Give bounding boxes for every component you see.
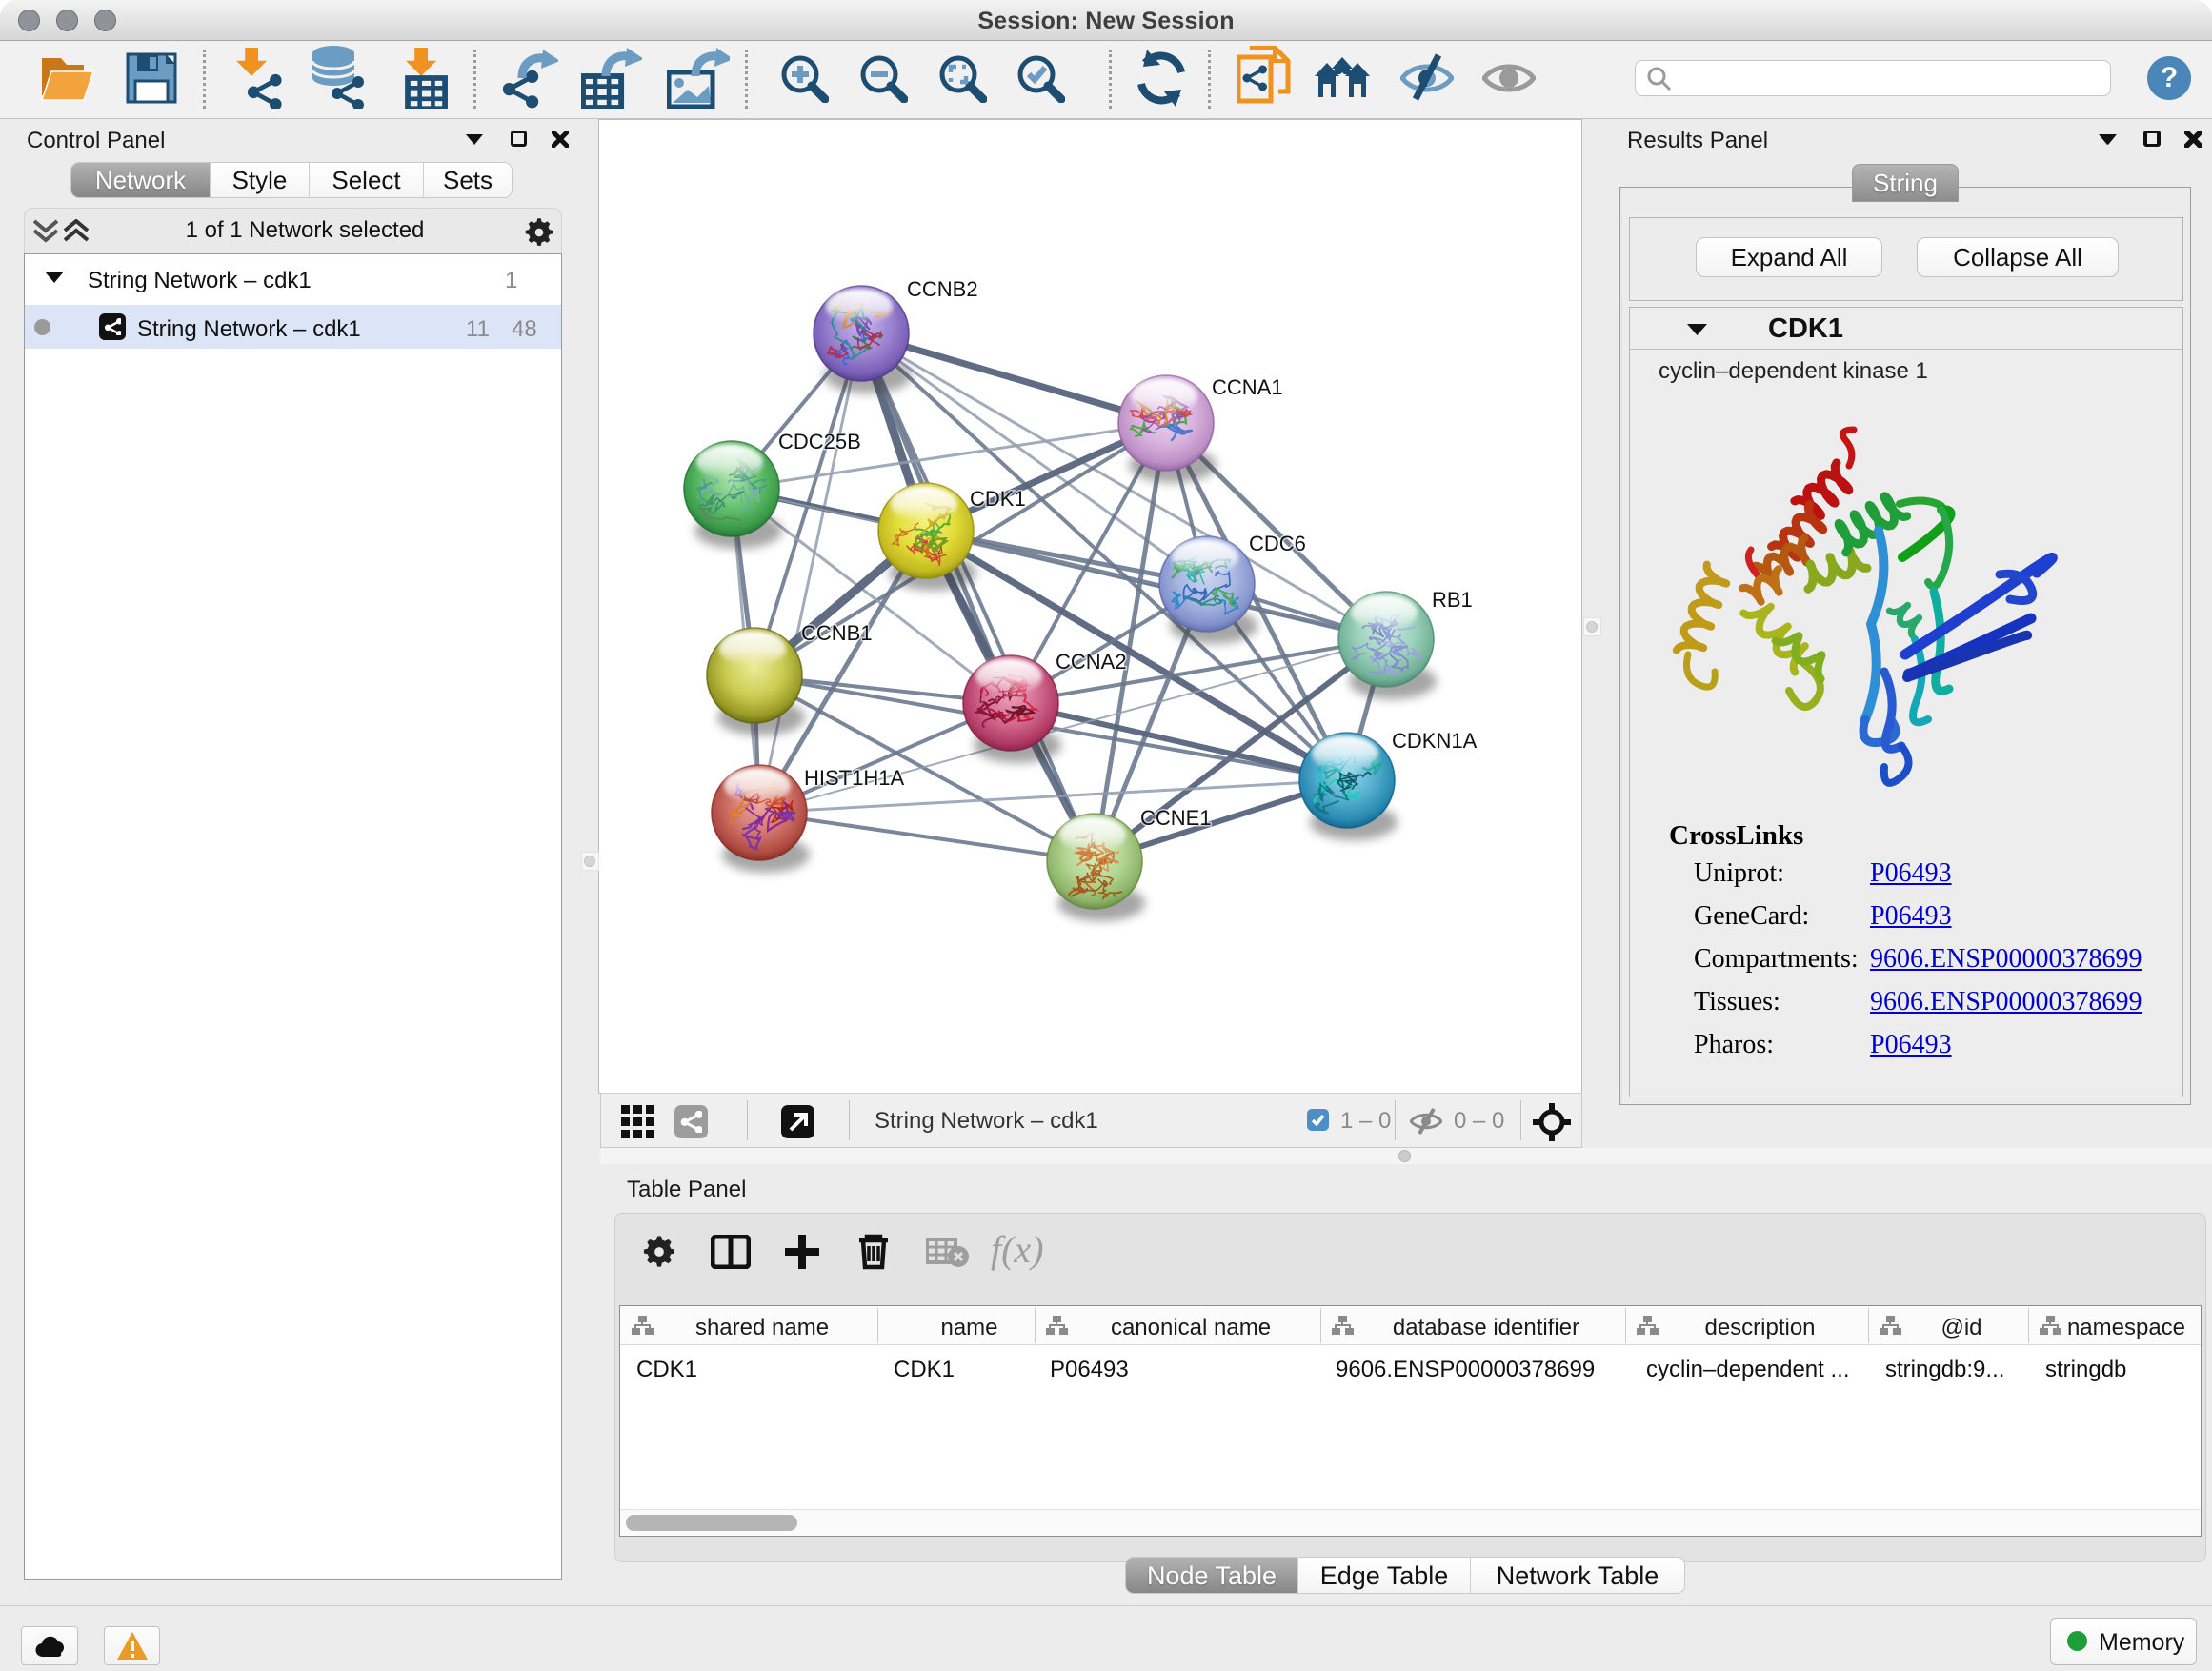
svg-text:CDKN1A: CDKN1A: [1392, 729, 1478, 753]
svg-text:RB1: RB1: [1432, 588, 1473, 612]
svg-text:CCNB2: CCNB2: [907, 277, 978, 301]
svg-text:HIST1H1A: HIST1H1A: [804, 766, 904, 790]
svg-text:CCNB1: CCNB1: [801, 621, 873, 645]
svg-text:CDC6: CDC6: [1249, 532, 1306, 555]
svg-text:CDC25B: CDC25B: [778, 430, 861, 453]
svg-text:CCNE1: CCNE1: [1140, 806, 1212, 830]
svg-text:CDK1: CDK1: [970, 487, 1026, 511]
svg-text:CCNA2: CCNA2: [1056, 650, 1127, 674]
svg-text:CCNA1: CCNA1: [1212, 375, 1283, 399]
